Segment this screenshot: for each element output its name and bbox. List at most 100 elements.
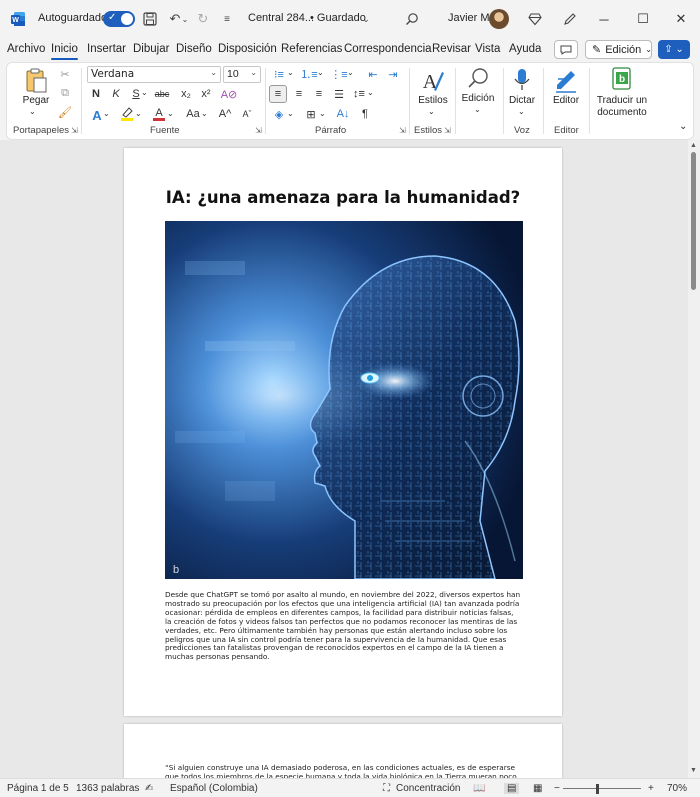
- maximize-icon[interactable]: ☐: [629, 8, 657, 30]
- paste-label[interactable]: Pegar: [19, 95, 53, 106]
- word-count[interactable]: 1363 palabras: [76, 783, 139, 794]
- ai-head-image[interactable]: b: [165, 221, 523, 579]
- autosave-toggle[interactable]: ✓: [103, 11, 135, 27]
- zoom-slider[interactable]: [563, 788, 641, 789]
- numbering-dropdown-icon[interactable]: ⌄: [317, 68, 324, 77]
- title-dropdown-icon[interactable]: ⌄: [357, 10, 375, 28]
- close-icon[interactable]: ✕: [667, 8, 695, 30]
- tab-revisar[interactable]: Revisar: [432, 43, 471, 55]
- styles-icon[interactable]: A: [419, 67, 447, 95]
- zoom-out-button[interactable]: −: [554, 783, 560, 794]
- borders-icon[interactable]: ⊞: [303, 106, 319, 122]
- diamond-icon[interactable]: [526, 10, 544, 28]
- strikethrough-button[interactable]: abc: [153, 87, 171, 101]
- font-color-dropdown-icon[interactable]: ⌄: [167, 109, 174, 118]
- proofing-icon[interactable]: ✍: [145, 783, 153, 794]
- paragraph-2[interactable]: “Si alguien construye una IA demasiado p…: [165, 764, 521, 778]
- paste-icon[interactable]: [21, 67, 51, 95]
- zoom-level[interactable]: 70%: [667, 783, 687, 794]
- line-spacing-icon[interactable]: ↕≡: [351, 86, 367, 102]
- tab-dibujar[interactable]: Dibujar: [133, 43, 169, 55]
- subscript-button[interactable]: x₂: [179, 87, 193, 101]
- decrease-indent-icon[interactable]: ⇤: [365, 67, 381, 81]
- microphone-icon[interactable]: [510, 66, 534, 94]
- scroll-down-icon[interactable]: ▼: [690, 767, 697, 774]
- shading-dropdown-icon[interactable]: ⌄: [287, 109, 294, 118]
- find-icon[interactable]: [465, 65, 491, 91]
- tab-insertar[interactable]: Insertar: [87, 43, 126, 55]
- increase-indent-icon[interactable]: ⇥: [385, 67, 401, 81]
- pen-icon[interactable]: [561, 10, 579, 28]
- styles-label[interactable]: Estilos: [413, 95, 453, 106]
- editing-label[interactable]: Edición: [458, 93, 498, 104]
- minimize-icon[interactable]: ─: [590, 8, 618, 30]
- shrink-font-button[interactable]: Aˇ: [239, 106, 255, 122]
- align-left-icon[interactable]: ≡: [269, 85, 287, 103]
- paste-dropdown-icon[interactable]: ⌄: [29, 107, 36, 116]
- underline-dropdown-icon[interactable]: ⌄: [141, 88, 148, 97]
- save-icon[interactable]: [141, 10, 159, 28]
- tab-vista[interactable]: Vista: [475, 43, 500, 55]
- page-2[interactable]: “Si alguien construye una IA demasiado p…: [124, 724, 562, 778]
- italic-button[interactable]: K: [109, 87, 123, 101]
- shading-icon[interactable]: ◈: [271, 106, 287, 122]
- customize-icon[interactable]: ≡: [218, 10, 236, 28]
- redo-icon[interactable]: ↻: [194, 10, 212, 28]
- highlight-icon[interactable]: [119, 106, 135, 122]
- clear-formatting-icon[interactable]: A⊘: [221, 87, 238, 101]
- translate-label-line2[interactable]: documento: [594, 107, 650, 118]
- clipboard-launcher-icon[interactable]: ⇲: [71, 126, 78, 135]
- ribbon-collapse-icon[interactable]: ⌄: [679, 121, 687, 132]
- tab-diseno[interactable]: Diseño: [176, 43, 212, 55]
- font-name-select[interactable]: Verdana ⌄: [87, 66, 221, 83]
- undo-dropdown-icon[interactable]: ⌄: [180, 10, 190, 28]
- tab-archivo[interactable]: Archivo: [7, 43, 45, 55]
- page-count[interactable]: Página 1 de 5: [7, 783, 69, 794]
- editing-dropdown-icon[interactable]: ⌄: [474, 105, 481, 114]
- borders-dropdown-icon[interactable]: ⌄: [319, 109, 326, 118]
- page-1[interactable]: IA: ¿una amenaza para la humanidad? b De…: [124, 148, 562, 716]
- tab-disposicion[interactable]: Disposición: [218, 43, 277, 55]
- translate-icon[interactable]: b: [609, 66, 635, 92]
- font-color-icon[interactable]: A: [151, 106, 167, 122]
- vertical-scrollbar[interactable]: ▲ ▼: [688, 140, 700, 778]
- align-right-icon[interactable]: ≡: [311, 86, 327, 102]
- numbering-icon[interactable]: ⒈≡: [300, 67, 317, 81]
- dictate-dropdown-icon[interactable]: ⌄: [518, 107, 525, 116]
- focus-icon[interactable]: ⛶: [383, 783, 390, 794]
- tab-inicio[interactable]: Inicio: [51, 43, 78, 60]
- document-area[interactable]: IA: ¿una amenaza para la humanidad? b De…: [0, 140, 688, 778]
- styles-launcher-icon[interactable]: ⇲: [444, 126, 451, 135]
- highlight-dropdown-icon[interactable]: ⌄: [135, 109, 142, 118]
- justify-icon[interactable]: ☰: [331, 86, 347, 102]
- paragraph-launcher-icon[interactable]: ⇲: [399, 126, 406, 135]
- editing-mode-button[interactable]: ✎ Edición ⌄: [585, 40, 652, 59]
- sort-icon[interactable]: A↓: [335, 106, 351, 122]
- superscript-button[interactable]: x²: [199, 87, 213, 101]
- tab-referencias[interactable]: Referencias: [281, 43, 342, 55]
- line-spacing-dropdown-icon[interactable]: ⌄: [367, 88, 374, 97]
- avatar[interactable]: [489, 9, 509, 29]
- web-layout-icon[interactable]: ▦: [533, 783, 542, 794]
- editor-label[interactable]: Editor: [547, 95, 585, 106]
- text-effects-dropdown-icon[interactable]: ⌄: [103, 109, 110, 118]
- search-icon[interactable]: [403, 10, 421, 28]
- focus-mode-label[interactable]: Concentración: [396, 783, 460, 794]
- multilevel-list-icon[interactable]: ⋮≡: [330, 67, 347, 81]
- document-title[interactable]: Central 284...: [248, 12, 314, 24]
- editor-icon[interactable]: [553, 66, 579, 94]
- print-layout-icon[interactable]: ▤: [504, 783, 520, 794]
- change-case-dropdown-icon[interactable]: ⌄: [201, 109, 208, 118]
- zoom-in-button[interactable]: +: [648, 783, 654, 794]
- bullets-icon[interactable]: ⁝≡: [271, 67, 287, 81]
- language-label[interactable]: Español (Colombia): [170, 783, 258, 794]
- dictate-label[interactable]: Dictar: [504, 95, 540, 106]
- read-mode-icon[interactable]: 📖: [473, 783, 485, 794]
- share-icon[interactable]: ⇪ ⌄: [658, 40, 690, 59]
- format-painter-icon[interactable]: 🖌: [57, 104, 73, 120]
- bullets-dropdown-icon[interactable]: ⌄: [287, 68, 294, 77]
- grow-font-button[interactable]: A^: [217, 106, 233, 122]
- bold-button[interactable]: N: [89, 87, 103, 101]
- align-center-icon[interactable]: ≡: [291, 86, 307, 102]
- copy-icon[interactable]: ⧉: [57, 85, 73, 101]
